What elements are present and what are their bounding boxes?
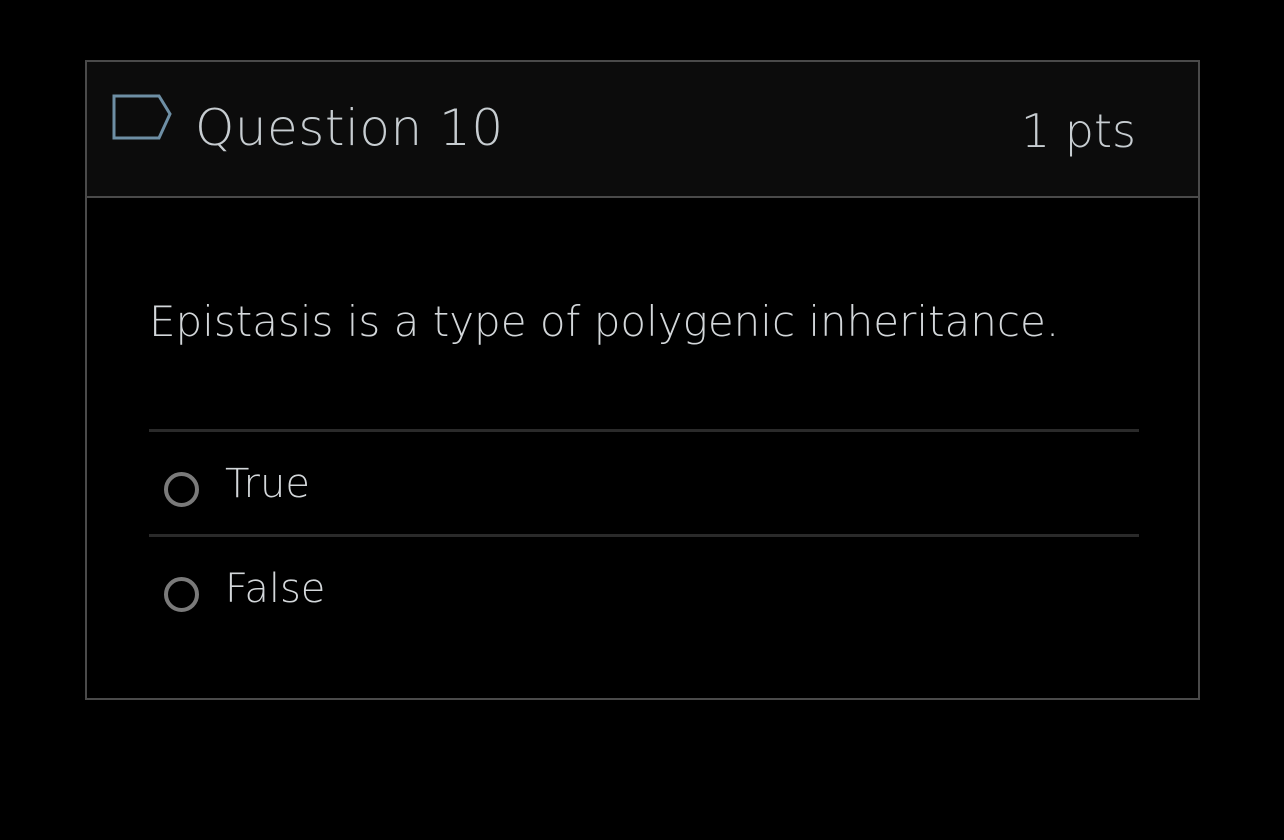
question-text: Epistasis is a type of polygenic inherit… [149, 297, 1060, 346]
question-title: Question 10 [195, 99, 504, 157]
question-header: Question 10 1 pts [87, 62, 1198, 198]
question-points: 1 pts [1020, 104, 1136, 158]
answer-option-true[interactable]: True [149, 432, 1139, 534]
question-card: Question 10 1 pts Epistasis is a type of… [85, 60, 1200, 700]
radio-button-false[interactable] [164, 577, 199, 612]
answer-label-false[interactable]: False [225, 563, 325, 615]
answer-list: True False [149, 429, 1139, 639]
flag-question-icon[interactable] [111, 92, 173, 144]
radio-button-true[interactable] [164, 472, 199, 507]
answer-option-false[interactable]: False [149, 537, 1139, 639]
answer-label-true[interactable]: True [225, 458, 310, 510]
